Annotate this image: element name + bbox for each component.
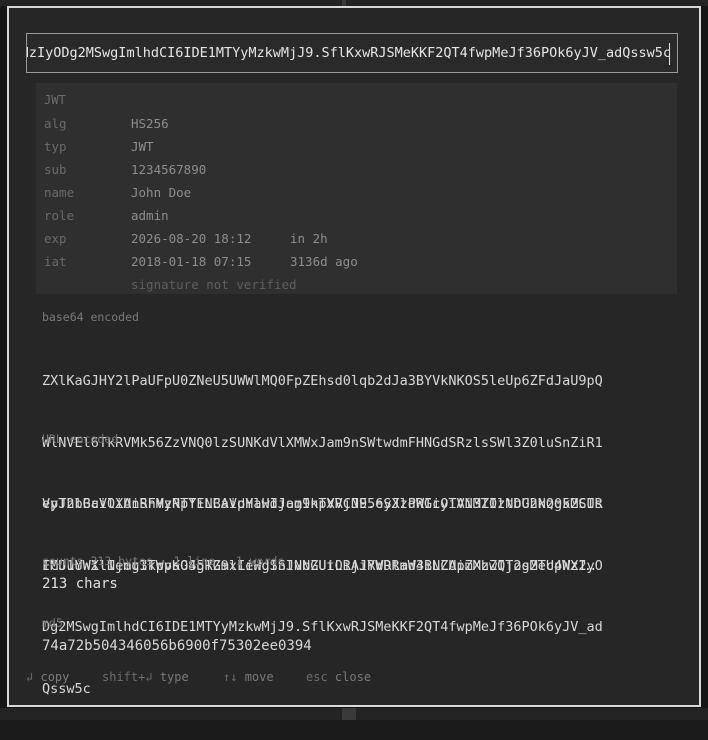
claim-value: 1234567890 — [131, 162, 207, 177]
hint-move[interactable]: ↑↓ move — [223, 670, 274, 684]
claim-row-name: name John Doe — [44, 185, 664, 205]
claim-row-exp: exp 2026-08-20 18:12 in 2h — [44, 231, 664, 251]
word-count: 1 words — [235, 554, 285, 568]
claim-value: JWT — [131, 139, 154, 154]
keyboard-hints-footer: ↲ copy shift+↲ type ↑↓ move esc close — [26, 670, 686, 688]
hint-type[interactable]: shift+↲ type — [102, 670, 189, 684]
shift-enter-key-icon: shift+↲ — [102, 670, 153, 684]
counts-label: counts — [42, 554, 84, 568]
claim-value: John Doe — [131, 185, 192, 200]
token-inspector-panel: JWT alg HS256 typ JWT sub 1234567890 nam… — [7, 6, 701, 707]
hint-label: type — [159, 670, 189, 684]
claim-key: alg — [44, 116, 67, 131]
hint-label: move — [244, 670, 274, 684]
claim-value: 2026-08-20 18:12 — [131, 231, 252, 246]
text-cursor — [668, 43, 670, 65]
claim-row-iat: iat 2018-01-18 07:15 3136d ago — [44, 254, 664, 274]
md5-value[interactable]: 74a72b504346056b6900f75302ee0394 — [42, 636, 682, 657]
hint-close[interactable]: esc close — [306, 670, 371, 684]
claim-value: HS256 — [131, 116, 169, 131]
signature-status: signature not verified — [131, 277, 297, 292]
claim-key: iat — [44, 254, 67, 269]
claim-key: name — [44, 185, 75, 200]
claim-key: role — [44, 208, 75, 223]
claim-relative-time: in 2h — [290, 231, 328, 246]
hint-copy[interactable]: ↲ copy — [26, 670, 69, 684]
token-input-box[interactable] — [26, 33, 678, 73]
counts-separator: · — [152, 554, 174, 568]
counts-summary: counts 213 bytes · 1 line · 1 words — [42, 554, 284, 568]
claim-value: admin — [131, 208, 169, 223]
claim-relative-time: 3136d ago — [290, 254, 358, 269]
claim-value: 2018-01-18 07:15 — [131, 254, 252, 269]
jwt-section-title: JWT — [44, 93, 66, 107]
claim-key: exp — [44, 231, 67, 246]
claim-row-alg: alg HS256 — [44, 116, 664, 136]
claim-key: typ — [44, 139, 67, 154]
hint-label: close — [334, 670, 372, 684]
url-line: Dg2MSwgImlhdCI6IDE1MTYyMzkwMjJ9.SflKxwRJ… — [42, 619, 603, 635]
arrow-keys-icon: ↑↓ — [223, 670, 238, 684]
claim-key: sub — [44, 162, 67, 177]
base64-section-label: base64 encoded — [42, 310, 139, 324]
base64-line: WlNVEl6TkRVMk56ZzVNQ0lzSUNKdVlXMWxJam9nS… — [42, 434, 603, 451]
enter-key-icon: ↲ — [26, 670, 34, 684]
claim-row-role: role admin — [44, 208, 664, 228]
counts-separator: · — [215, 554, 236, 568]
claim-row-sub: sub 1234567890 — [44, 162, 664, 182]
jwt-decoded-block: JWT alg HS256 typ JWT sub 1234567890 nam… — [36, 83, 677, 294]
url-section-label: URL encoded — [42, 432, 119, 446]
md5-section-label: md5 — [42, 616, 63, 630]
esc-key-icon: esc — [306, 670, 328, 684]
char-count[interactable]: 213 chars — [42, 576, 118, 592]
hint-label: copy — [40, 670, 70, 684]
url-line: eyJhbGciOiAiSFMyNTYiLCAidHlwIjogIkpXVCJ9… — [42, 496, 603, 512]
claim-row-typ: typ JWT — [44, 139, 664, 159]
url-encoded-value[interactable]: eyJhbGciOiAiSFMyNTYiLCAidHlwIjogIkpXVCJ9… — [42, 453, 682, 740]
line-count: 1 line — [173, 554, 216, 568]
byte-count: 213 bytes — [90, 554, 153, 568]
base64-line: ZXlKaGJHY2lPaUFpU0ZNeU5UWWlMQ0FpZEhsd0lq… — [42, 373, 603, 389]
token-input[interactable] — [27, 34, 677, 72]
